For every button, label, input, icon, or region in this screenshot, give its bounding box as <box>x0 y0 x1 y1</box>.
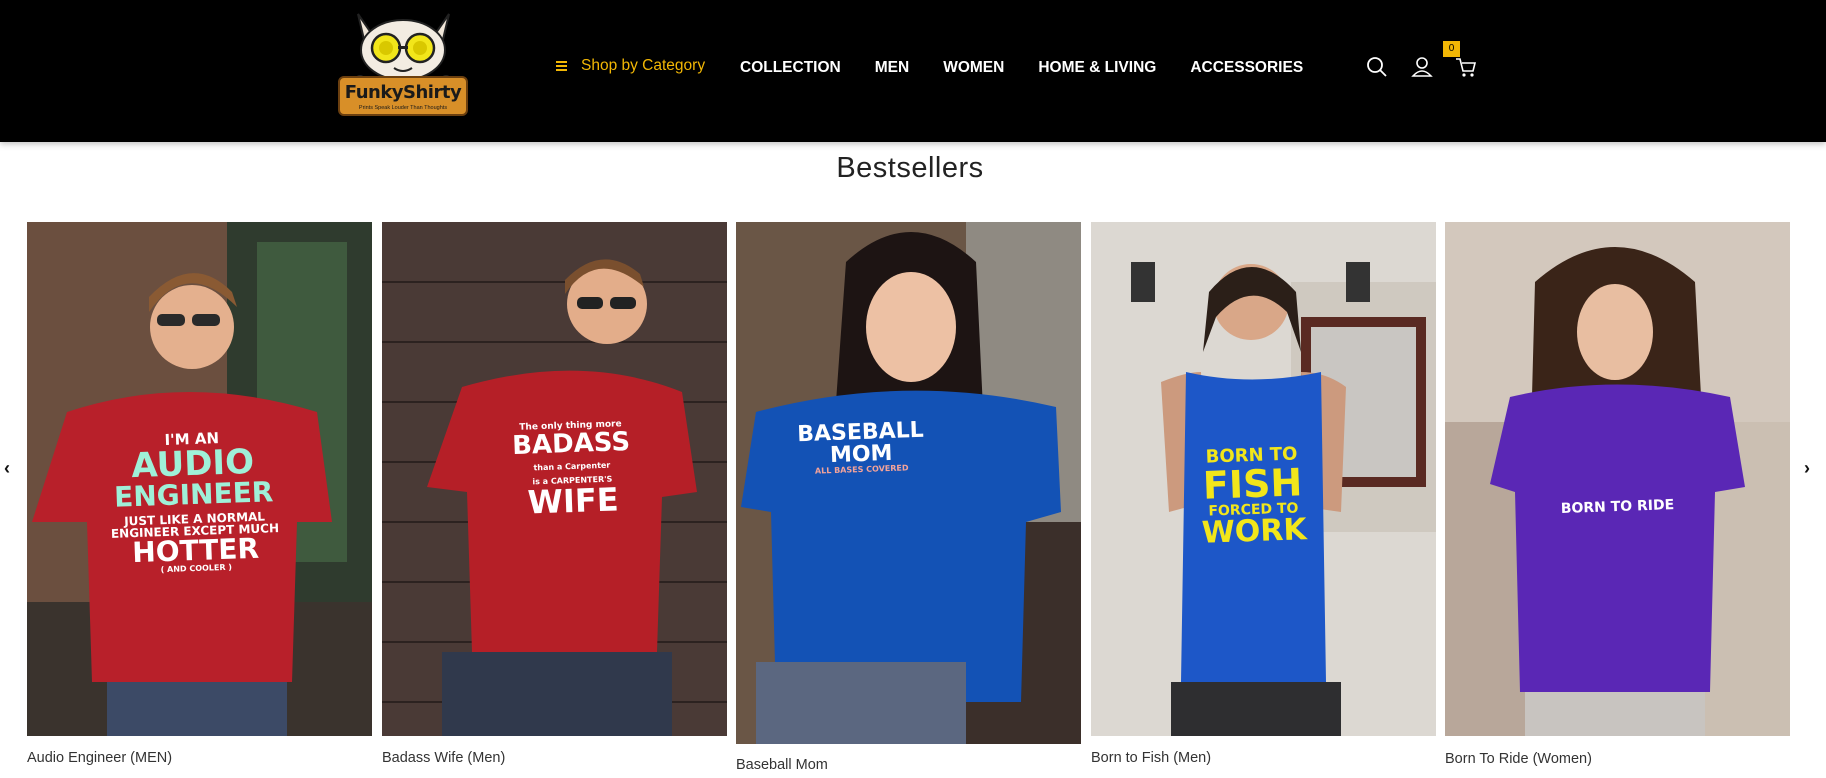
product-photo[interactable]: BORN TO FISH FORCED TO WORK <box>1091 222 1436 736</box>
logo-plate: FunkyShirty Prints Speak Louder Than Tho… <box>338 76 468 116</box>
product-name[interactable]: Baseball Mom <box>736 757 828 773</box>
nav-collection[interactable]: COLLECTION <box>740 59 841 77</box>
product-photo[interactable]: I'M AN AUDIO ENGINEER JUST LIKE A NORMAL… <box>27 222 372 736</box>
product-card-audio-engineer[interactable]: I'M AN AUDIO ENGINEER JUST LIKE A NORMAL… <box>27 222 372 766</box>
shirt-print: BASEBALL MOM ALL BASES COVERED <box>796 417 925 476</box>
main-nav: COLLECTION MEN WOMEN HOME & LIVING ACCES… <box>740 59 1337 77</box>
nav-accessories[interactable]: ACCESSORIES <box>1190 59 1303 77</box>
product-card-badass-wife[interactable]: The only thing more BADASS than a Carpen… <box>382 222 727 766</box>
cat-mascot-icon <box>353 13 453 81</box>
product-photo[interactable]: BORN TO RIDE <box>1445 222 1790 736</box>
product-card-born-to-ride[interactable]: BORN TO RIDE Born To Ride (Women) <box>1445 222 1790 767</box>
shirt-print: I'M AN AUDIO ENGINEER JUST LIKE A NORMAL… <box>110 429 280 575</box>
product-card-baseball-mom[interactable]: BASEBALL MOM ALL BASES COVERED Baseball … <box>736 222 1081 773</box>
product-card-born-to-fish[interactable]: BORN TO FISH FORCED TO WORK Born to Fish… <box>1091 222 1436 766</box>
shop-by-category-label: Shop by Category <box>581 57 706 74</box>
carousel-next-button[interactable]: › <box>1804 458 1810 479</box>
product-name[interactable]: Badass Wife (Men) <box>382 750 505 766</box>
product-name[interactable]: Born To Ride (Women) <box>1445 751 1592 767</box>
site-header: FunkyShirty Prints Speak Louder Than Tho… <box>0 0 1826 142</box>
product-name[interactable]: Audio Engineer (MEN) <box>27 750 172 766</box>
shirt-print: BORN TO FISH FORCED TO WORK <box>1201 443 1308 551</box>
product-name[interactable]: Born to Fish (Men) <box>1091 750 1211 766</box>
cart-count-badge: 0 <box>1443 41 1460 57</box>
cart-icon[interactable] <box>1455 56 1477 78</box>
user-icon[interactable] <box>1411 56 1433 78</box>
menu-icon <box>556 61 567 71</box>
section-title: Bestsellers <box>836 152 984 184</box>
nav-women[interactable]: WOMEN <box>943 59 1004 77</box>
nav-home-living[interactable]: HOME & LIVING <box>1038 59 1156 77</box>
nav-men[interactable]: MEN <box>875 59 909 77</box>
logo-name: FunkyShirty <box>344 82 462 103</box>
carousel-prev-button[interactable]: ‹ <box>4 458 10 479</box>
search-icon[interactable] <box>1366 56 1388 78</box>
logo-tagline: Prints Speak Louder Than Thoughts <box>358 105 448 111</box>
shop-by-category-button[interactable]: Shop by Category <box>556 57 705 75</box>
shirt-print: The only thing more BADASS than a Carpen… <box>511 419 631 522</box>
site-logo[interactable]: FunkyShirty Prints Speak Louder Than Tho… <box>336 10 471 120</box>
product-photo[interactable]: The only thing more BADASS than a Carpen… <box>382 222 727 736</box>
product-photo[interactable]: BASEBALL MOM ALL BASES COVERED <box>736 222 1081 744</box>
